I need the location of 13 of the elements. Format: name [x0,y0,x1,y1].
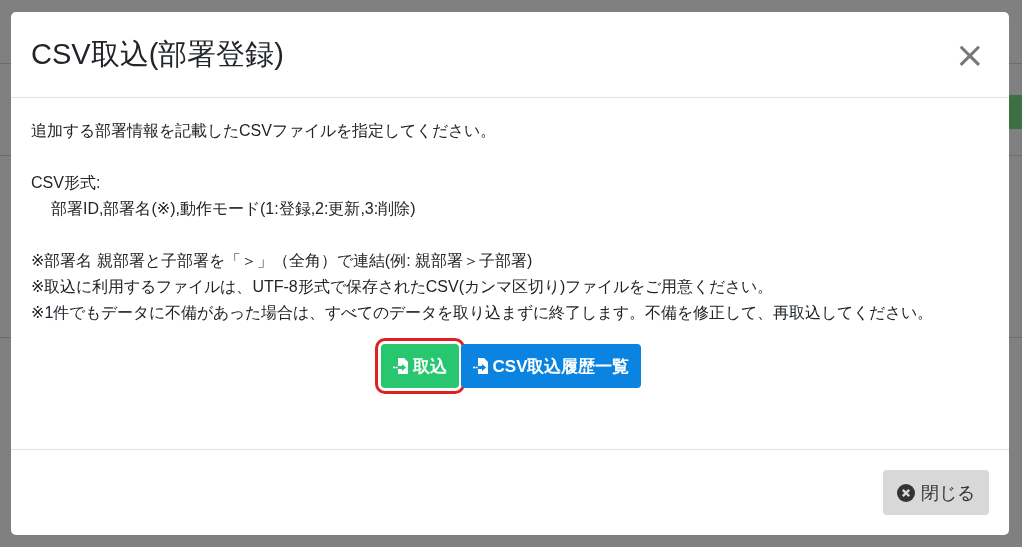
note-text: ※部署名 親部署と子部署を「＞」（全角）で連結(例: 親部署＞子部署) [31,251,534,271]
close-button[interactable]: × [950,36,989,73]
history-button[interactable]: CSV取込履歴一覧 [460,344,642,388]
close-dialog-button[interactable]: 閉じる [883,470,989,515]
note-text: ※1件でもデータに不備があった場合は、すべてのデータを取り込まずに終了します。不備を修正して、再取込してください。 [31,303,935,323]
file-import-icon [392,357,409,375]
format-label: CSV形式: [31,173,102,193]
note-text: ※取込に利用するファイルは、UTF-8形式で保存されたCSV(カンマ区切り)ファイルをご用意ください。 [31,277,775,297]
file-import-icon [472,357,489,375]
instruction-text: 追加する部署情報を記載したCSVファイルを指定してください。 [31,121,497,141]
dialog-title: CSV取込(部署登録) [31,36,284,72]
format-text: 部署ID,部署名(※),動作モード(1:登録,2:更新,3:削除) [50,199,417,219]
close-circle-icon [897,483,915,502]
